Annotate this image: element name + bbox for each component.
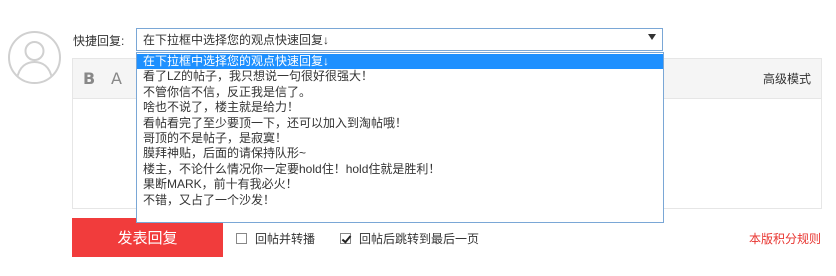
dropdown-option[interactable]: 看帖看完了至少要顶一下，还可以加入到淘帖哦！	[137, 116, 663, 131]
forum-rules-link[interactable]: 本版积分规则	[749, 231, 821, 247]
dropdown-option[interactable]: 不错，又占了一个沙发！	[137, 193, 663, 208]
forward-option[interactable]: 回帖并转播	[236, 230, 315, 246]
bold-icon[interactable]: B	[83, 69, 95, 89]
font-icon[interactable]: A	[111, 69, 122, 89]
dropdown-option[interactable]: 不管你信不信，反正我是信了。	[137, 85, 663, 100]
dropdown-option[interactable]: 果断MARK，前十有我必火！	[137, 177, 663, 192]
dropdown-option[interactable]: 哥顶的不是帖子，是寂寞！	[137, 131, 663, 146]
jump-last-page-checkbox-icon[interactable]	[340, 232, 351, 244]
quick-reply-selected-value: 在下拉框中选择您的观点快速回复↓	[143, 33, 330, 47]
caret-down-icon	[648, 34, 656, 40]
advanced-mode-link[interactable]: 高级模式	[763, 71, 811, 87]
quick-reply-label: 快捷回复:	[73, 34, 125, 48]
quick-reply-select[interactable]: 在下拉框中选择您的观点快速回复↓	[136, 28, 663, 51]
dropdown-option[interactable]: 楼主，不论什么情况你一定要hold住！hold住就是胜利！	[137, 162, 663, 177]
forward-checkbox-icon[interactable]	[236, 232, 247, 244]
forward-option-label: 回帖并转播	[255, 231, 316, 246]
quick-reply-dropdown-list[interactable]: 在下拉框中选择您的观点快速回复↓ 看了LZ的帖子，我只想说一句很好很强大！ 不管你信…	[136, 52, 664, 223]
dropdown-option[interactable]: 膜拜神贴，后面的请保持队形~	[137, 146, 663, 161]
dropdown-option[interactable]: 在下拉框中选择您的观点快速回复↓	[137, 54, 663, 70]
dropdown-option[interactable]: 啥也不说了，楼主就是给力！	[137, 100, 663, 115]
submit-reply-button[interactable]: 发表回复	[72, 218, 223, 257]
jump-last-page-option[interactable]: 回帖后跳转到最后一页	[340, 230, 479, 246]
jump-last-page-label: 回帖后跳转到最后一页	[359, 231, 480, 246]
dropdown-option[interactable]: 看了LZ的帖子，我只想说一句很好很强大！	[137, 69, 663, 84]
user-avatar-icon	[8, 31, 61, 84]
